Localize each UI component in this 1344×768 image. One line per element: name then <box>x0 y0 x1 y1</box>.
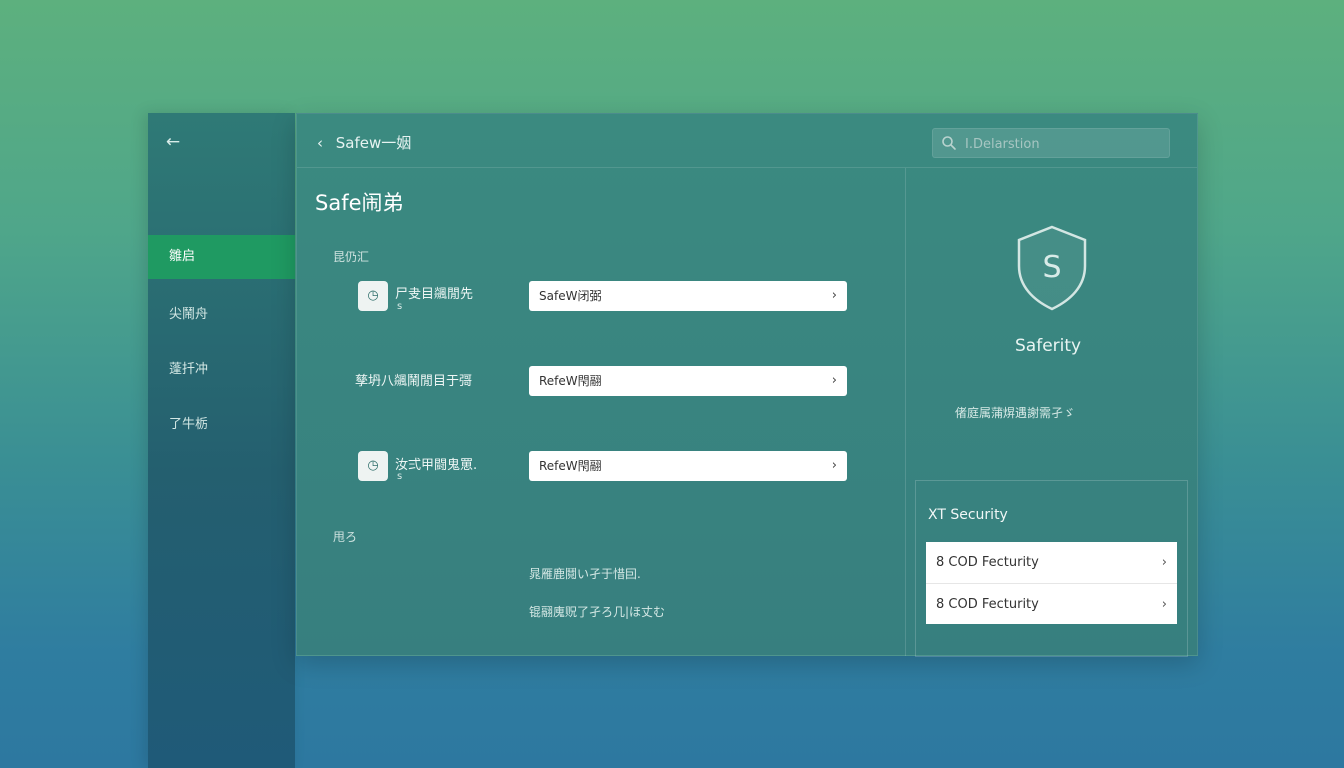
chevron-right-icon: › <box>1161 555 1167 570</box>
page-title: Safe闹弟 <box>315 191 404 215</box>
clock-icon: ◷ <box>358 451 388 481</box>
clock-icon: ◷ <box>358 281 388 311</box>
sidebar-item-2[interactable]: 尖鬧舟 <box>148 293 295 337</box>
row-button-label: RefeW閇翮 <box>539 459 602 473</box>
row-button[interactable]: RefeW閇翮 › <box>529 366 847 396</box>
row-label: 汝弍甲闘鬼罳. <box>395 458 478 473</box>
security-title: XT Security <box>928 507 1008 523</box>
note-text: 晁雁鹿鬩い孑于惜囙. <box>529 567 641 581</box>
sidebar: ← 雛启 尖鬧舟 蓬扦冲 了牛栃 <box>148 113 295 768</box>
sidebar-item-label: 尖鬧舟 <box>169 307 209 322</box>
row-button-label: RefeW閇翮 <box>539 374 602 388</box>
section-label: 昆仍汇 <box>333 250 370 264</box>
search-box[interactable] <box>932 128 1170 158</box>
chevron-right-icon: › <box>831 458 837 473</box>
sidebar-item-label: 蓬扦冲 <box>169 362 209 377</box>
row-button[interactable]: SafeW闭弼 › <box>529 281 847 311</box>
sidebar-item-1[interactable]: 雛启 <box>148 235 295 279</box>
chevron-right-icon: › <box>1161 597 1167 612</box>
search-icon <box>942 136 956 150</box>
sidebar-item-4[interactable]: 了牛栃 <box>148 403 295 447</box>
security-item-label: 8 COD Fecturity <box>936 597 1039 612</box>
top-bar: ‹ Safew一姻 <box>297 114 1197 168</box>
chevron-right-icon: › <box>831 373 837 388</box>
security-item-label: 8 COD Fecturity <box>936 555 1039 570</box>
note-text: 锟翮廆贶了孑ろ几|ほ丈む <box>529 605 666 619</box>
svg-text:S: S <box>1042 250 1061 285</box>
search-input[interactable] <box>963 133 1167 155</box>
right-description: 偖庭属蒲焺遇謝需孑ゞ <box>955 406 1076 420</box>
sidebar-item-label: 了牛栃 <box>169 417 209 432</box>
right-title: Saferity <box>1015 336 1082 356</box>
row-button-label: SafeW闭弼 <box>539 289 602 303</box>
row-sub: s <box>397 471 403 482</box>
section-label: 甩ろ <box>333 530 358 544</box>
chevron-left-icon: ‹ <box>317 134 323 152</box>
row-label: 孳坍八飊鬧閒目于彁 <box>355 374 473 389</box>
shield-icon: S <box>1017 225 1087 311</box>
sidebar-item-3[interactable]: 蓬扦冲 <box>148 348 295 392</box>
security-box: XT Security 8 COD Fecturity › 8 COD Fect… <box>915 480 1188 657</box>
row-button[interactable]: RefeW閇翮 › <box>529 451 847 481</box>
main-panel: ‹ Safew一姻 Safe闹弟 昆仍汇 ◷ 尸叏目飊閒先 s SafeW闭弼 … <box>296 113 1198 657</box>
vertical-divider <box>905 168 906 656</box>
security-item[interactable]: 8 COD Fecturity › <box>926 542 1177 583</box>
security-item[interactable]: 8 COD Fecturity › <box>926 583 1177 624</box>
back-arrow-icon[interactable]: ← <box>162 131 184 153</box>
sidebar-item-label: 雛启 <box>169 249 196 264</box>
breadcrumb-text: Safew一姻 <box>335 134 412 152</box>
breadcrumb[interactable]: ‹ Safew一姻 <box>317 132 411 153</box>
chevron-right-icon: › <box>831 288 837 303</box>
row-sub: s <box>397 301 403 312</box>
row-label: 尸叏目飊閒先 <box>395 287 474 302</box>
